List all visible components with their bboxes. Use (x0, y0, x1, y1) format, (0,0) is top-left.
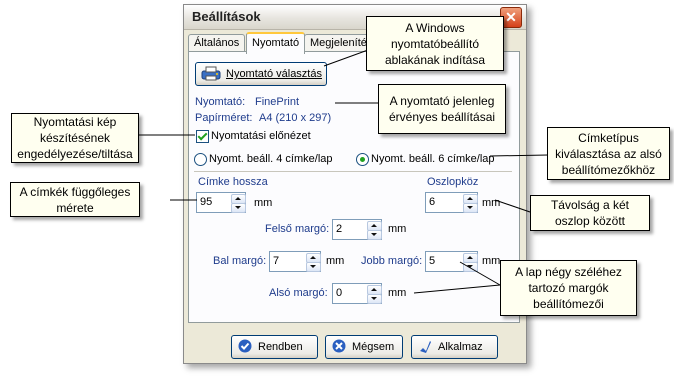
printer-icon (201, 66, 221, 81)
apply-label: Alkalmaz (438, 341, 483, 353)
bottom-margin-label: Alsó margó: (269, 287, 328, 299)
radio-6-labels-label[interactable]: Nyomt. beáll. 6 címke/lap (371, 153, 495, 165)
tab-general[interactable]: Általános (188, 34, 246, 52)
ok-label: Rendben (258, 341, 303, 353)
radio-4-labels-label[interactable]: Nyomt. beáll. 4 címke/lap (209, 153, 333, 165)
window-title: Beállítások (192, 9, 261, 24)
tab-printer[interactable]: Nyomtató (246, 32, 306, 54)
left-margin-unit: mm (326, 255, 345, 267)
label-height-stepper[interactable]: 95 (196, 192, 246, 213)
checkmark-icon (238, 339, 252, 353)
printer-label: Nyomtató: (195, 96, 246, 108)
close-icon: ✕ (505, 9, 517, 25)
right-margin-label: Jobb margó: (361, 255, 423, 267)
decrement-icon[interactable] (367, 294, 382, 304)
column-gap-stepper[interactable]: 6 (425, 192, 478, 213)
callout-margins: A lap négy széléhez tartozó margók beáll… (500, 260, 637, 316)
callout-label-height: A címkék függőleges mérete (10, 182, 140, 217)
label-height-label: Címke hossza (198, 176, 268, 188)
printer-value: FinePrint (255, 96, 300, 108)
printer-select-label: Nyomtató választás (226, 68, 322, 80)
preview-label[interactable]: Nyomtatási előnézet (211, 130, 311, 142)
cancel-icon (332, 339, 346, 353)
callout-preview-toggle: Nyomtatási kép készítésének engedélyezés… (11, 113, 139, 163)
decrement-icon[interactable] (463, 262, 478, 272)
preview-checkbox[interactable] (196, 130, 209, 143)
top-margin-value: 2 (336, 223, 343, 235)
decrement-icon[interactable] (463, 203, 478, 213)
ok-button[interactable]: Rendben (231, 335, 318, 359)
column-gap-unit: mm (482, 197, 501, 209)
separator (194, 171, 512, 172)
decrement-icon[interactable] (367, 230, 382, 240)
top-margin-stepper[interactable]: 2 (332, 219, 382, 240)
callout-column-gap: Távolság a két oszlop között (530, 195, 650, 231)
right-margin-stepper[interactable]: 5 (425, 251, 478, 272)
bottom-margin-value: 0 (336, 287, 343, 299)
left-margin-stepper[interactable]: 7 (269, 251, 321, 272)
right-margin-unit: mm (482, 255, 501, 267)
apply-button[interactable]: Alkalmaz (411, 335, 498, 359)
radio-4-labels[interactable] (194, 153, 207, 166)
callout-current-printer: A nyomtató jelenleg érvényes beállításai (378, 84, 506, 134)
label-height-unit: mm (254, 197, 273, 209)
right-margin-value: 5 (429, 255, 436, 267)
cancel-button[interactable]: Mégsem (325, 335, 403, 359)
paper-size-label: Papírméret: (195, 112, 253, 124)
column-gap-value: 6 (429, 196, 436, 208)
callout-label-type: Címketípus kiválasztása az alsó beállító… (547, 127, 670, 180)
apply-icon (420, 341, 431, 353)
radio-6-labels[interactable] (356, 153, 369, 166)
left-margin-value: 7 (273, 255, 280, 267)
decrement-icon[interactable] (231, 203, 246, 213)
left-margin-label: Bal margó: (213, 255, 267, 267)
top-margin-unit: mm (388, 223, 407, 235)
bottom-margin-unit: mm (388, 287, 407, 299)
decrement-icon[interactable] (306, 262, 321, 272)
paper-size-value: A4 (210 x 297) (259, 112, 332, 124)
bottom-margin-stepper[interactable]: 0 (332, 283, 382, 304)
callout-windows-printer: A Windows nyomtatóbeállító ablakának ind… (366, 16, 504, 71)
cancel-label: Mégsem (352, 341, 395, 353)
column-gap-label: Oszlopköz (427, 176, 479, 188)
top-margin-label: Felső margó: (265, 223, 330, 235)
label-height-value: 95 (200, 196, 213, 208)
printer-select-button[interactable]: Nyomtató választás (195, 62, 327, 86)
